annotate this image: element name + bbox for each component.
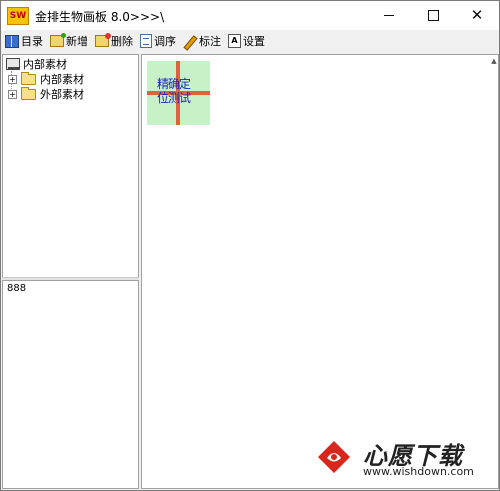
minimize-icon [384, 15, 394, 16]
expand-icon[interactable]: + [8, 89, 17, 99]
settings-icon: A [228, 34, 241, 48]
tree-root-label: 内部素材 [23, 58, 67, 71]
add-label: 新增 [66, 35, 88, 48]
watermark: 心愿下载 www.wishdown.com [317, 434, 497, 486]
title-bar: SW 金排生物画板 8.0>>>\ ✕ [1, 1, 499, 30]
sort-label: 调序 [154, 35, 176, 48]
maximize-icon [427, 10, 439, 21]
sort-button[interactable]: 调序 [136, 31, 179, 51]
image-canvas: ▲ 精确定 位测试 [141, 54, 499, 489]
tree-root[interactable]: 内部素材 [6, 57, 67, 71]
tree-item-external[interactable]: + 外部素材 [8, 86, 84, 101]
expand-icon[interactable]: + [8, 74, 17, 84]
settings-button[interactable]: A 设置 [224, 31, 268, 51]
minimize-button[interactable] [367, 1, 411, 30]
annotate-label: 标注 [199, 35, 221, 48]
app-window: SW 金排生物画板 8.0>>>\ ✕ 目录 新增 删除 调序 标注 A 设置 [0, 0, 500, 491]
close-icon: ✕ [470, 6, 484, 24]
maximize-button[interactable] [411, 1, 455, 30]
catalog-button[interactable]: 目录 [1, 31, 46, 51]
pencil-icon [183, 35, 197, 48]
delete-button[interactable]: 删除 [91, 31, 136, 51]
folder-icon [21, 71, 36, 85]
sort-icon [140, 34, 152, 48]
delete-label: 删除 [111, 35, 133, 48]
tree-item-internal[interactable]: + 内部素材 [8, 71, 84, 86]
close-button[interactable]: ✕ [455, 1, 499, 30]
annotate-button[interactable]: 标注 [179, 31, 224, 51]
add-icon [50, 33, 66, 47]
thumbnail-caption-line1: 精确定 [157, 77, 191, 91]
info-panel: 888 [2, 280, 139, 489]
watermark-url: www.wishdown.com [363, 465, 474, 478]
add-button[interactable]: 新增 [46, 31, 91, 51]
tree-item-label: 内部素材 [40, 73, 84, 86]
tree-item-label: 外部素材 [40, 88, 84, 101]
material-tree: 内部素材 + 内部素材 + 外部素材 [2, 54, 139, 278]
toolbar: 目录 新增 删除 调序 标注 A 设置 [1, 30, 499, 52]
image-thumbnail[interactable]: 精确定 位测试 [147, 61, 210, 125]
window-title: 金排生物画板 8.0>>>\ [35, 10, 165, 24]
folder-icon [21, 86, 36, 100]
catalog-icon [5, 34, 19, 48]
computer-icon [6, 58, 20, 70]
wishdown-logo-icon [318, 441, 350, 473]
catalog-label: 目录 [21, 35, 43, 48]
settings-label: 设置 [243, 35, 265, 48]
app-icon: SW [7, 7, 29, 25]
scroll-up-arrow[interactable]: ▲ [490, 55, 498, 67]
info-text: 888 [7, 283, 27, 294]
thumbnail-caption-line2: 位测试 [157, 91, 191, 105]
delete-icon [95, 33, 111, 47]
